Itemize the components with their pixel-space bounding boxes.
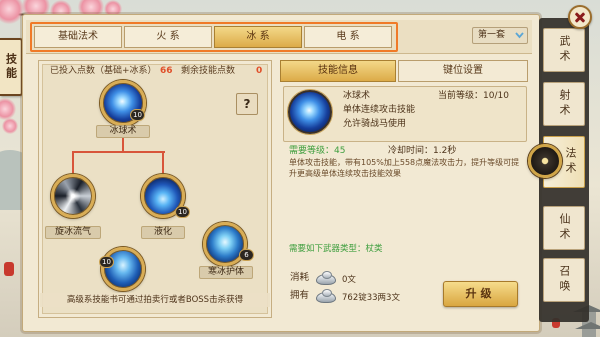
required-level: 需要等级：45: [289, 145, 345, 157]
class-tab-summon[interactable]: 召唤: [543, 258, 585, 302]
chevron-down-icon: [515, 32, 524, 39]
owned-value: 762锭33两3文: [342, 293, 400, 303]
pagoda-roof-decoration: [575, 322, 600, 329]
class-tab-label: 召唤: [558, 265, 571, 295]
cooldown-value: 1.2秒: [433, 146, 457, 156]
class-tab-label: 法术: [564, 147, 577, 177]
weapon-requirement-value: 杖类: [365, 244, 383, 254]
skill-name-label: 寒冰护体: [199, 266, 253, 279]
current-level-value: 10/10: [483, 91, 509, 101]
owned-label: 拥有: [290, 290, 310, 301]
tree-footer-note: 高级系技能书可通过拍卖行或者BOSS击杀获得: [40, 293, 270, 307]
silver-ingot-icon: [316, 271, 336, 285]
lantern-decoration: [4, 262, 14, 276]
tutorial-highlight-frame: [30, 22, 398, 52]
class-tab-label: 射术: [558, 89, 571, 119]
skill-description: 单体攻击技能，带有105%加上558点魔法攻击力，提升等级可提升更高级单体连续攻…: [289, 158, 520, 178]
cooldown: 冷却时间：1.2秒: [388, 145, 456, 157]
preset-select[interactable]: 第一套: [472, 27, 528, 44]
ice-figure-icon[interactable]: [101, 247, 145, 291]
detail-skill-name: 冰球术: [343, 91, 371, 101]
cost-value: 0文: [342, 275, 356, 285]
help-button[interactable]: ?: [236, 93, 258, 115]
skill-name-label: 液化: [141, 226, 185, 239]
class-tab-label: 仙术: [558, 213, 571, 243]
close-icon[interactable]: [570, 7, 590, 27]
tree-connector: [162, 151, 164, 175]
level-badge: 10: [130, 109, 145, 121]
invested-points-value: 66: [160, 66, 173, 76]
tree-connector: [122, 137, 124, 152]
remaining-points-value: 0: [256, 66, 263, 76]
required-level-label: 需要等级：: [289, 146, 335, 156]
close-button[interactable]: [568, 5, 592, 29]
tree-connector: [72, 151, 74, 175]
detail-tag: 单体连续攻击技能: [343, 105, 416, 115]
side-tab-label: 技能: [4, 53, 18, 81]
preset-select-value: 第一套: [478, 30, 506, 40]
ice-orb-icon: [288, 90, 332, 134]
ice-swirl-icon[interactable]: [51, 174, 95, 218]
blossom-decoration: [0, 98, 16, 120]
info-tab-key-binding[interactable]: 键位设置: [398, 60, 528, 82]
level-badge: 6: [239, 249, 254, 261]
silver-ingot-icon: [316, 289, 336, 303]
skills-side-tab[interactable]: 技能: [0, 38, 23, 96]
weapon-requirement: 需要如下武器类型：杖类: [289, 243, 383, 255]
current-level: 当前等级：10/10: [438, 90, 509, 102]
tree-connector: [72, 151, 165, 153]
cooldown-label: 冷却时间：: [388, 146, 434, 156]
blossom-decoration: [2, 118, 18, 134]
skill-name-label: 旋冰流气: [45, 226, 101, 239]
level-badge: 10: [99, 256, 114, 268]
level-badge: 10: [175, 206, 190, 218]
skill-name-label: 冰球术: [96, 125, 150, 138]
detail-tag: 允许骑战马使用: [343, 119, 407, 129]
info-tab-skill-info[interactable]: 技能信息: [280, 60, 396, 82]
remaining-points-label: 剩余技能点数: [181, 66, 236, 76]
class-tab-immortal[interactable]: 仙术: [543, 206, 585, 250]
selected-emblem-icon: [528, 144, 562, 178]
current-level-label: 当前等级：: [438, 91, 484, 101]
class-tab-archery[interactable]: 射术: [543, 82, 585, 126]
upgrade-button[interactable]: 升级: [443, 281, 518, 307]
weapon-requirement-label: 需要如下武器类型：: [289, 244, 366, 254]
cost-label: 消耗: [290, 272, 310, 283]
skill-screen: 技能 基础法术 火 系 冰 系 电 系 第一套 已投入点数（基础+冰系） 66 …: [0, 0, 600, 337]
invested-points-label: 已投入点数（基础+冰系）: [50, 66, 157, 76]
required-level-value: 45: [334, 146, 346, 156]
class-tab-label: 武术: [558, 35, 571, 65]
blossom-decoration: [0, 0, 24, 24]
class-tab-martial[interactable]: 武术: [543, 28, 585, 72]
